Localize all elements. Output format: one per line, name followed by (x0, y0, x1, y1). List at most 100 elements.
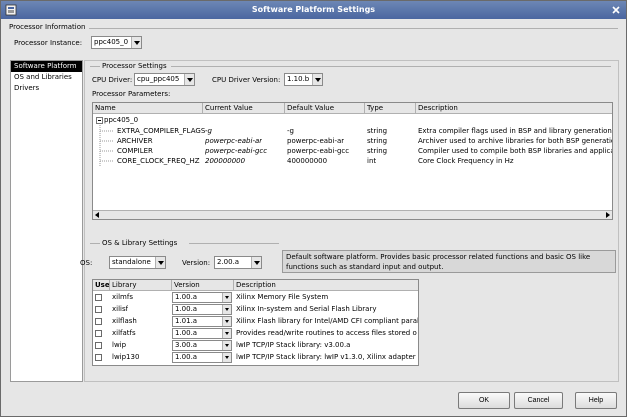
cpu-driver-version-select[interactable]: 1.10.b (284, 73, 323, 86)
param-name: CORE_CLOCK_FREQ_HZ (117, 157, 200, 165)
nav-item-os-and-libraries[interactable]: OS and Libraries (11, 72, 82, 83)
column-header-name[interactable]: Name (93, 103, 203, 114)
param-description: Core Clock Frequency in Hz (418, 157, 514, 165)
param-type: int (367, 157, 377, 165)
chevron-down-icon[interactable] (184, 74, 194, 85)
param-current-value[interactable]: powerpc-eabi-ar (205, 136, 262, 146)
os-library-divider-left (90, 243, 100, 244)
use-checkbox[interactable] (95, 318, 102, 325)
os-version-select[interactable]: 2.00.a (214, 256, 262, 269)
library-description: lwIP TCP/IP Stack library: v3.00.a (236, 341, 351, 349)
chevron-down-icon[interactable] (131, 37, 141, 48)
processor-parameters-table: Name Current Value Default Value Type De… (92, 102, 613, 220)
use-checkbox[interactable] (95, 342, 102, 349)
nav-item-software-platform[interactable]: Software Platform (11, 61, 82, 72)
library-name: xilisf (112, 305, 129, 313)
param-type: string (367, 137, 388, 145)
library-version-select[interactable]: 1.00.a (172, 352, 232, 363)
library-row[interactable]: xilfatfs 1.00.a Provides read/write rout… (93, 328, 418, 339)
param-description: Archiver used to archive libraries for b… (418, 137, 613, 145)
library-name: lwip130 (112, 353, 140, 361)
processor-instance-value: ppc405_0 (94, 38, 129, 46)
param-description: Compiler used to compile both BSP librar… (418, 147, 613, 155)
library-row[interactable]: xilisf 1.00.a Xilinx In-system and Seria… (93, 304, 418, 315)
use-checkbox[interactable] (95, 306, 102, 313)
library-table: Use Library Version Description xilmfs 1… (92, 279, 419, 366)
use-checkbox[interactable] (95, 354, 102, 361)
chevron-down-icon[interactable] (222, 353, 231, 362)
param-name: ARCHIVER (117, 137, 153, 145)
chevron-down-icon[interactable] (222, 329, 231, 338)
param-current-value[interactable]: powerpc-eabi-gcc (205, 146, 267, 156)
chevron-down-icon[interactable] (222, 317, 231, 326)
param-current-value[interactable]: 200000000 (205, 156, 245, 166)
column-header-description[interactable]: Description (416, 103, 612, 114)
library-row[interactable]: lwip130 1.00.a lwIP TCP/IP Stack library… (93, 352, 418, 363)
use-checkbox[interactable] (95, 330, 102, 337)
use-checkbox[interactable] (95, 294, 102, 301)
tree-root-node[interactable]: ppc405_0 (104, 115, 138, 125)
cpu-driver-select[interactable]: cpu_ppc405 (134, 73, 195, 86)
os-label: OS: (80, 259, 93, 267)
os-library-settings-label: OS & Library Settings (102, 239, 178, 247)
column-header-library[interactable]: Library (110, 280, 172, 291)
processor-instance-select[interactable]: ppc405_0 (91, 36, 142, 49)
chevron-down-icon[interactable] (251, 257, 261, 268)
category-nav: Software Platform OS and Libraries Drive… (10, 60, 83, 382)
library-version-value: 1.00.a (175, 329, 198, 337)
close-icon[interactable] (610, 4, 622, 16)
window-title: Software Platform Settings (251, 5, 376, 14)
library-version-value: 1.00.a (175, 293, 198, 301)
processor-settings-divider (171, 66, 611, 67)
os-select[interactable]: standalone (109, 256, 166, 269)
help-button[interactable]: Help (575, 392, 617, 409)
library-version-select[interactable]: 3.00.a (172, 340, 232, 351)
chevron-down-icon[interactable] (222, 293, 231, 302)
cpu-driver-version-label: CPU Driver Version: (212, 76, 281, 84)
library-description: lwIP TCP/IP Stack library: lwIP v1.3.0, … (236, 353, 419, 361)
scroll-left-icon[interactable] (93, 211, 102, 219)
library-row[interactable]: xilmfs 1.00.a Xilinx Memory File System (93, 292, 418, 303)
processor-info-label: Processor Information (9, 23, 86, 31)
os-description: Default software platform. Provides basi… (282, 250, 616, 273)
horizontal-scrollbar[interactable] (93, 210, 612, 219)
library-row[interactable]: lwip 3.00.a lwIP TCP/IP Stack library: v… (93, 340, 418, 351)
column-header-library-description[interactable]: Description (234, 280, 418, 291)
library-description: Provides read/write routines to access f… (236, 329, 417, 337)
settings-window: Software Platform Settings Processor Inf… (0, 0, 627, 417)
chevron-down-icon[interactable] (222, 305, 231, 314)
library-version-select[interactable]: 1.00.a (172, 292, 232, 303)
library-row[interactable]: xilflash 1.01.a Xilinx Flash library for… (93, 316, 418, 327)
chevron-down-icon[interactable] (222, 341, 231, 350)
tree-collapse-icon[interactable] (96, 117, 103, 124)
library-version-value: 1.00.a (175, 305, 198, 313)
column-header-version[interactable]: Version (172, 280, 234, 291)
library-version-select[interactable]: 1.00.a (172, 304, 232, 315)
column-header-current-value[interactable]: Current Value (203, 103, 285, 114)
nav-item-drivers[interactable]: Drivers (11, 83, 82, 94)
processor-info-divider (89, 28, 618, 29)
software-platform-panel: Processor Settings CPU Driver: cpu_ppc40… (80, 60, 619, 382)
library-name: lwip (112, 341, 127, 349)
param-current-value[interactable]: -g (205, 126, 212, 136)
column-header-type[interactable]: Type (365, 103, 416, 114)
processor-settings-label: Processor Settings (102, 62, 167, 70)
param-name: EXTRA_COMPILER_FLAGS (117, 127, 206, 135)
processor-settings-divider-left (90, 66, 100, 67)
scroll-right-icon[interactable] (603, 211, 612, 219)
ok-button[interactable]: OK (458, 392, 510, 409)
chevron-down-icon[interactable] (155, 257, 165, 268)
chevron-down-icon[interactable] (312, 74, 322, 85)
library-version-select[interactable]: 1.01.a (172, 316, 232, 327)
os-version-value: 2.00.a (217, 258, 240, 266)
column-header-default-value[interactable]: Default Value (285, 103, 365, 114)
library-description: Xilinx In-system and Serial Flash Librar… (236, 305, 377, 313)
column-header-use[interactable]: Use (93, 280, 110, 291)
library-description: Xilinx Memory File System (236, 293, 329, 301)
cancel-button[interactable]: Cancel (514, 392, 563, 409)
cpu-driver-value: cpu_ppc405 (137, 75, 180, 83)
title-bar: Software Platform Settings (1, 1, 626, 19)
param-default-value: -g (287, 127, 294, 135)
library-version-select[interactable]: 1.00.a (172, 328, 232, 339)
cpu-driver-version-value: 1.10.b (287, 75, 310, 83)
